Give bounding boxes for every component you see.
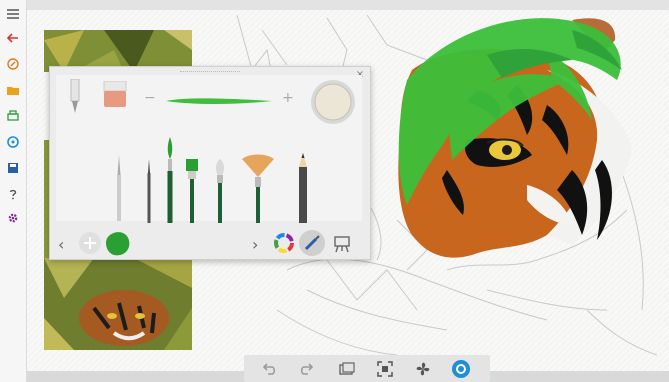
save-icon[interactable]: [0, 156, 26, 180]
easel-icon[interactable]: [332, 233, 352, 253]
fan-icon[interactable]: [412, 358, 434, 380]
brush-mode-icon[interactable]: [298, 229, 326, 257]
round-brush-fine-tool[interactable]: [114, 155, 124, 225]
paint-bucket-tool[interactable]: [310, 79, 356, 125]
brush-palette-panel[interactable]: × − +: [49, 66, 371, 260]
help-icon[interactable]: [0, 182, 26, 206]
reference-icon[interactable]: [450, 358, 472, 380]
menu-icon[interactable]: [0, 2, 26, 26]
next-colors-button[interactable]: ›: [252, 235, 258, 254]
back-arrow-icon[interactable]: [0, 26, 26, 50]
selected-color-swatch[interactable]: [102, 229, 134, 257]
fit-screen-icon[interactable]: [374, 358, 396, 380]
reference-photo-bottom[interactable]: [44, 258, 192, 350]
round-brush-green-tool[interactable]: [164, 137, 176, 225]
pencil-nib-tool[interactable]: [68, 79, 82, 115]
print-icon[interactable]: [0, 104, 26, 128]
share-icon[interactable]: [0, 130, 26, 154]
undo-icon[interactable]: [258, 358, 280, 380]
flat-brush-tool[interactable]: [184, 159, 200, 225]
new-drawing-icon[interactable]: [0, 52, 26, 76]
graphite-pencil-tool[interactable]: [296, 153, 310, 225]
add-color-button[interactable]: [78, 231, 102, 255]
layers-icon[interactable]: [336, 358, 358, 380]
color-wheel-icon[interactable]: [274, 233, 294, 253]
app-sidebar: [0, 0, 27, 382]
settings-icon[interactable]: [0, 206, 26, 230]
liner-brush-tool[interactable]: [144, 159, 154, 225]
redo-icon[interactable]: [296, 358, 318, 380]
filbert-brush-tool[interactable]: [212, 159, 228, 225]
canvas-top-strip: [27, 0, 669, 10]
decrease-size-button[interactable]: −: [144, 91, 156, 105]
fan-brush-tool[interactable]: [240, 153, 276, 225]
brush-size-stroke-preview: [166, 98, 272, 104]
tool-tray: − +: [56, 75, 362, 223]
palette-bottom-bar: ‹ ›: [50, 227, 370, 259]
prev-colors-button[interactable]: ‹: [58, 235, 64, 254]
increase-size-button[interactable]: +: [282, 91, 294, 105]
open-folder-icon[interactable]: [0, 78, 26, 102]
bottom-toolbar: [244, 355, 490, 382]
eraser-tool[interactable]: [102, 81, 128, 109]
